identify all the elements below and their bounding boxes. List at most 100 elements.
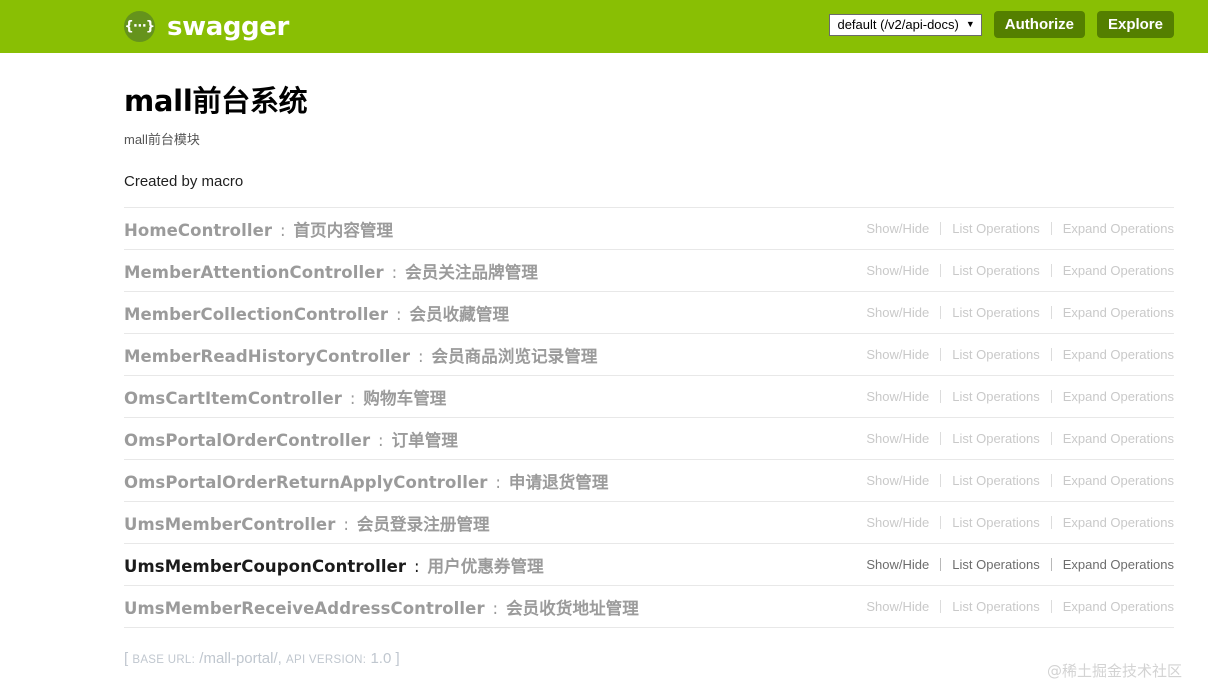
resource-heading[interactable]: MemberCollectionController : 会员收藏管理 (124, 301, 509, 325)
resource-options: Show/HideList OperationsExpand Operation… (855, 557, 1174, 572)
resource-row[interactable]: UmsMemberCouponController : 用户优惠券管理 Show/… (124, 544, 1174, 586)
show-hide-link[interactable]: Show/Hide (855, 389, 940, 404)
show-hide-link[interactable]: Show/Hide (855, 473, 940, 488)
show-hide-link[interactable]: Show/Hide (855, 431, 940, 446)
resource-description: 用户优惠券管理 (428, 557, 544, 576)
swagger-braces-icon: {⋯} (124, 11, 155, 42)
show-hide-link[interactable]: Show/Hide (855, 599, 940, 614)
resource-options: Show/HideList OperationsExpand Operation… (855, 599, 1174, 614)
resource-description: 会员登录注册管理 (357, 515, 490, 534)
base-url-value: /mall-portal/ (199, 650, 277, 667)
resource-description: 会员关注品牌管理 (405, 263, 538, 282)
resource-name: UmsMemberCouponController (124, 557, 406, 576)
expand-operations-link[interactable]: Expand Operations (1052, 431, 1174, 446)
swagger-brand[interactable]: {⋯} swagger (124, 11, 289, 42)
api-spec-select-value: default (/v2/api-docs) (837, 17, 958, 32)
explore-button[interactable]: Explore (1097, 11, 1174, 38)
resource-row[interactable]: OmsPortalOrderController : 订单管理 Show/Hide… (124, 418, 1174, 460)
resource-heading[interactable]: OmsCartItemController : 购物车管理 (124, 385, 446, 409)
resource-row[interactable]: MemberAttentionController : 会员关注品牌管理 Show… (124, 250, 1174, 292)
expand-operations-link[interactable]: Expand Operations (1052, 347, 1174, 362)
show-hide-link[interactable]: Show/Hide (855, 305, 940, 320)
resource-row[interactable]: OmsPortalOrderReturnApplyController : 申请… (124, 460, 1174, 502)
top-navigation-bar: {⋯} swagger default (/v2/api-docs) ▼ Aut… (0, 0, 1208, 53)
list-operations-link[interactable]: List Operations (941, 515, 1050, 530)
resource-separator: : (416, 347, 426, 366)
api-version-label: api version: (286, 654, 366, 666)
api-spec-select[interactable]: default (/v2/api-docs) ▼ (829, 14, 981, 36)
list-operations-link[interactable]: List Operations (941, 557, 1050, 572)
resource-separator: : (491, 599, 501, 618)
list-operations-link[interactable]: List Operations (941, 431, 1050, 446)
list-operations-link[interactable]: List Operations (941, 221, 1050, 236)
show-hide-link[interactable]: Show/Hide (855, 221, 940, 236)
brand-name: swagger (167, 12, 289, 42)
list-operations-link[interactable]: List Operations (941, 347, 1050, 362)
expand-operations-link[interactable]: Expand Operations (1052, 305, 1174, 320)
list-operations-link[interactable]: List Operations (941, 599, 1050, 614)
list-operations-link[interactable]: List Operations (941, 389, 1050, 404)
resource-name: MemberReadHistoryController (124, 347, 410, 366)
expand-operations-link[interactable]: Expand Operations (1052, 557, 1174, 572)
resource-description: 会员商品浏览记录管理 (431, 347, 597, 366)
resource-row[interactable]: UmsMemberController : 会员登录注册管理 Show/HideL… (124, 502, 1174, 544)
resource-separator: : (412, 557, 422, 576)
resource-separator: : (376, 431, 386, 450)
resource-options: Show/HideList OperationsExpand Operation… (855, 515, 1174, 530)
created-by-text: Created by macro (124, 173, 1174, 190)
expand-operations-link[interactable]: Expand Operations (1052, 389, 1174, 404)
resource-heading[interactable]: UmsMemberReceiveAddressController : 会员收货… (124, 595, 639, 619)
resource-description: 购物车管理 (363, 389, 446, 408)
list-operations-link[interactable]: List Operations (941, 263, 1050, 278)
show-hide-link[interactable]: Show/Hide (855, 557, 940, 572)
footer-info: [ Base URL: /mall-portal/, api version: … (124, 650, 1174, 667)
authorize-button[interactable]: Authorize (994, 11, 1085, 38)
resource-separator: : (278, 221, 288, 240)
resource-name: OmsPortalOrderController (124, 431, 370, 450)
list-operations-link[interactable]: List Operations (941, 305, 1050, 320)
list-operations-link[interactable]: List Operations (941, 473, 1050, 488)
watermark: @稀土掘金技术社区 (1047, 660, 1182, 681)
main-content: mall前台系统 mall前台模块 Created by macro HomeC… (0, 53, 1208, 667)
resource-description: 会员收货地址管理 (506, 599, 639, 618)
resource-name: UmsMemberController (124, 515, 335, 534)
resource-options: Show/HideList OperationsExpand Operation… (855, 263, 1174, 278)
show-hide-link[interactable]: Show/Hide (855, 263, 940, 278)
resource-row[interactable]: OmsCartItemController : 购物车管理 Show/HideLi… (124, 376, 1174, 418)
resource-heading[interactable]: MemberAttentionController : 会员关注品牌管理 (124, 259, 538, 283)
expand-operations-link[interactable]: Expand Operations (1052, 221, 1174, 236)
expand-operations-link[interactable]: Expand Operations (1052, 599, 1174, 614)
resource-heading[interactable]: UmsMemberCouponController : 用户优惠券管理 (124, 553, 544, 577)
resource-heading[interactable]: OmsPortalOrderController : 订单管理 (124, 427, 458, 451)
resource-name: MemberAttentionController (124, 263, 384, 282)
resource-description: 订单管理 (392, 431, 458, 450)
resource-name: MemberCollectionController (124, 305, 388, 324)
resource-description: 申请退货管理 (509, 473, 609, 492)
resource-heading[interactable]: MemberReadHistoryController : 会员商品浏览记录管理 (124, 343, 597, 367)
footer-comma: , (278, 650, 282, 667)
show-hide-link[interactable]: Show/Hide (855, 347, 940, 362)
resource-separator: : (348, 389, 358, 408)
resource-name: OmsCartItemController (124, 389, 342, 408)
resource-name: OmsPortalOrderReturnApplyController (124, 473, 488, 492)
expand-operations-link[interactable]: Expand Operations (1052, 263, 1174, 278)
resource-separator: : (493, 473, 503, 492)
resource-name: UmsMemberReceiveAddressController (124, 599, 485, 618)
resource-heading[interactable]: OmsPortalOrderReturnApplyController : 申请… (124, 469, 609, 493)
resource-row[interactable]: HomeController : 首页内容管理 Show/HideList Ope… (124, 207, 1174, 250)
resource-separator: : (341, 515, 351, 534)
resource-row[interactable]: UmsMemberReceiveAddressController : 会员收货… (124, 586, 1174, 628)
base-url-label: Base URL: (132, 654, 195, 666)
resource-heading[interactable]: UmsMemberController : 会员登录注册管理 (124, 511, 490, 535)
resource-options: Show/HideList OperationsExpand Operation… (855, 431, 1174, 446)
resource-heading[interactable]: HomeController : 首页内容管理 (124, 217, 393, 241)
expand-operations-link[interactable]: Expand Operations (1052, 515, 1174, 530)
page-title: mall前台系统 (124, 83, 1174, 119)
show-hide-link[interactable]: Show/Hide (855, 515, 940, 530)
expand-operations-link[interactable]: Expand Operations (1052, 473, 1174, 488)
resource-separator: : (394, 305, 404, 324)
resource-row[interactable]: MemberReadHistoryController : 会员商品浏览记录管理… (124, 334, 1174, 376)
resource-row[interactable]: MemberCollectionController : 会员收藏管理 Show/… (124, 292, 1174, 334)
resource-separator: : (390, 263, 400, 282)
resource-options: Show/HideList OperationsExpand Operation… (855, 305, 1174, 320)
